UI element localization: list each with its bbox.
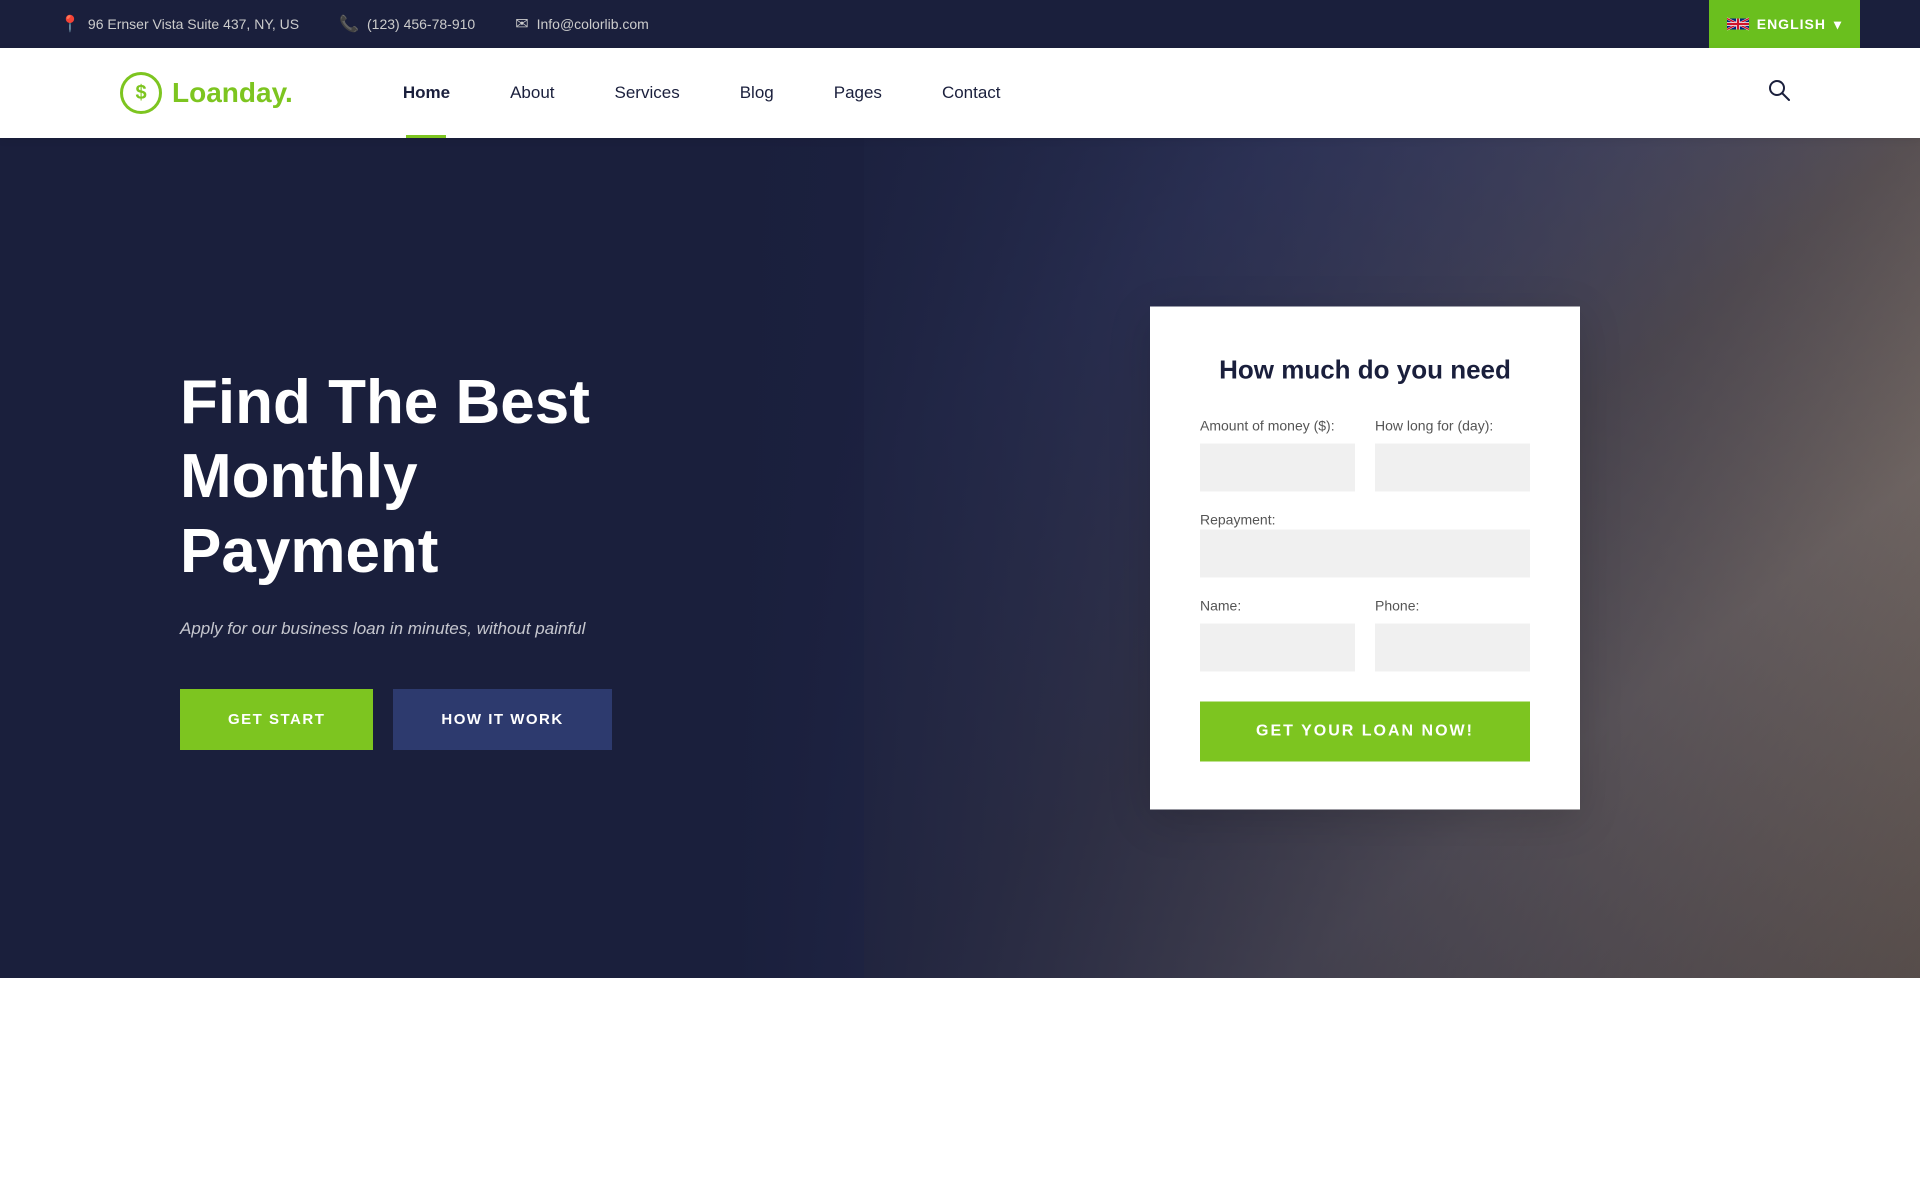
duration-input[interactable]	[1375, 444, 1530, 492]
get-start-button[interactable]: GET START	[180, 689, 373, 750]
submit-loan-button[interactable]: GET YOUR LOAN NOW!	[1200, 702, 1530, 762]
topbar: 📍 96 Ernser Vista Suite 437, NY, US 📞 (1…	[0, 0, 1920, 48]
address-text: 96 Ernser Vista Suite 437, NY, US	[88, 16, 299, 32]
nav-about[interactable]: About	[480, 48, 584, 138]
nav-contact[interactable]: Contact	[912, 48, 1031, 138]
nav-blog[interactable]: Blog	[710, 48, 804, 138]
address-item: 📍 96 Ernser Vista Suite 437, NY, US	[60, 14, 299, 34]
loan-form: How much do you need Amount of money ($)…	[1150, 307, 1580, 810]
lang-label: ENGLISH	[1757, 16, 1826, 32]
form-row-2: Name: Phone:	[1200, 598, 1530, 672]
duration-group: How long for (day):	[1375, 418, 1530, 492]
email-text: Info@colorlib.com	[537, 16, 649, 32]
hero-buttons: GET START HOW IT WORK	[180, 689, 680, 750]
nav-links: Home About Services Blog Pages Contact	[373, 48, 1758, 138]
nav-home[interactable]: Home	[373, 48, 480, 138]
hero-section: Find The Best Monthly Payment Apply for …	[0, 138, 1920, 978]
navbar: $ Loanday. Home About Services Blog Page…	[0, 48, 1920, 138]
duration-label: How long for (day):	[1375, 418, 1530, 434]
form-row-1: Amount of money ($): How long for (day):	[1200, 418, 1530, 492]
logo-text: Loanday.	[172, 77, 293, 109]
hero-subtitle: Apply for our business loan in minutes, …	[180, 619, 680, 639]
phone-item: 📞 (123) 456-78-910	[339, 14, 475, 34]
repayment-row: Repayment:	[1200, 512, 1530, 578]
phone-text: (123) 456-78-910	[367, 16, 475, 32]
phone-icon: 📞	[339, 14, 359, 34]
how-it-work-button[interactable]: HOW IT WORK	[393, 689, 611, 750]
repayment-label: Repayment:	[1200, 512, 1275, 528]
phone-group: Phone:	[1375, 598, 1530, 672]
hero-content: Find The Best Monthly Payment Apply for …	[0, 366, 680, 750]
hero-title: Find The Best Monthly Payment	[180, 366, 680, 589]
email-item: ✉ Info@colorlib.com	[515, 14, 649, 34]
amount-group: Amount of money ($):	[1200, 418, 1355, 492]
phone-input[interactable]	[1375, 624, 1530, 672]
location-icon: 📍	[60, 14, 80, 34]
flag-icon	[1727, 16, 1749, 32]
name-input[interactable]	[1200, 624, 1355, 672]
loan-form-title: How much do you need	[1200, 355, 1530, 386]
nav-pages[interactable]: Pages	[804, 48, 912, 138]
amount-input[interactable]	[1200, 444, 1355, 492]
phone-label: Phone:	[1375, 598, 1530, 614]
logo[interactable]: $ Loanday.	[120, 72, 293, 114]
name-group: Name:	[1200, 598, 1355, 672]
logo-icon: $	[120, 72, 162, 114]
nav-services[interactable]: Services	[585, 48, 710, 138]
language-button[interactable]: ENGLISH ▾	[1709, 0, 1860, 48]
email-icon: ✉	[515, 14, 528, 34]
search-icon[interactable]	[1758, 79, 1800, 107]
amount-label: Amount of money ($):	[1200, 418, 1355, 434]
repayment-input[interactable]	[1200, 530, 1530, 578]
name-label: Name:	[1200, 598, 1355, 614]
lang-chevron: ▾	[1834, 16, 1842, 33]
